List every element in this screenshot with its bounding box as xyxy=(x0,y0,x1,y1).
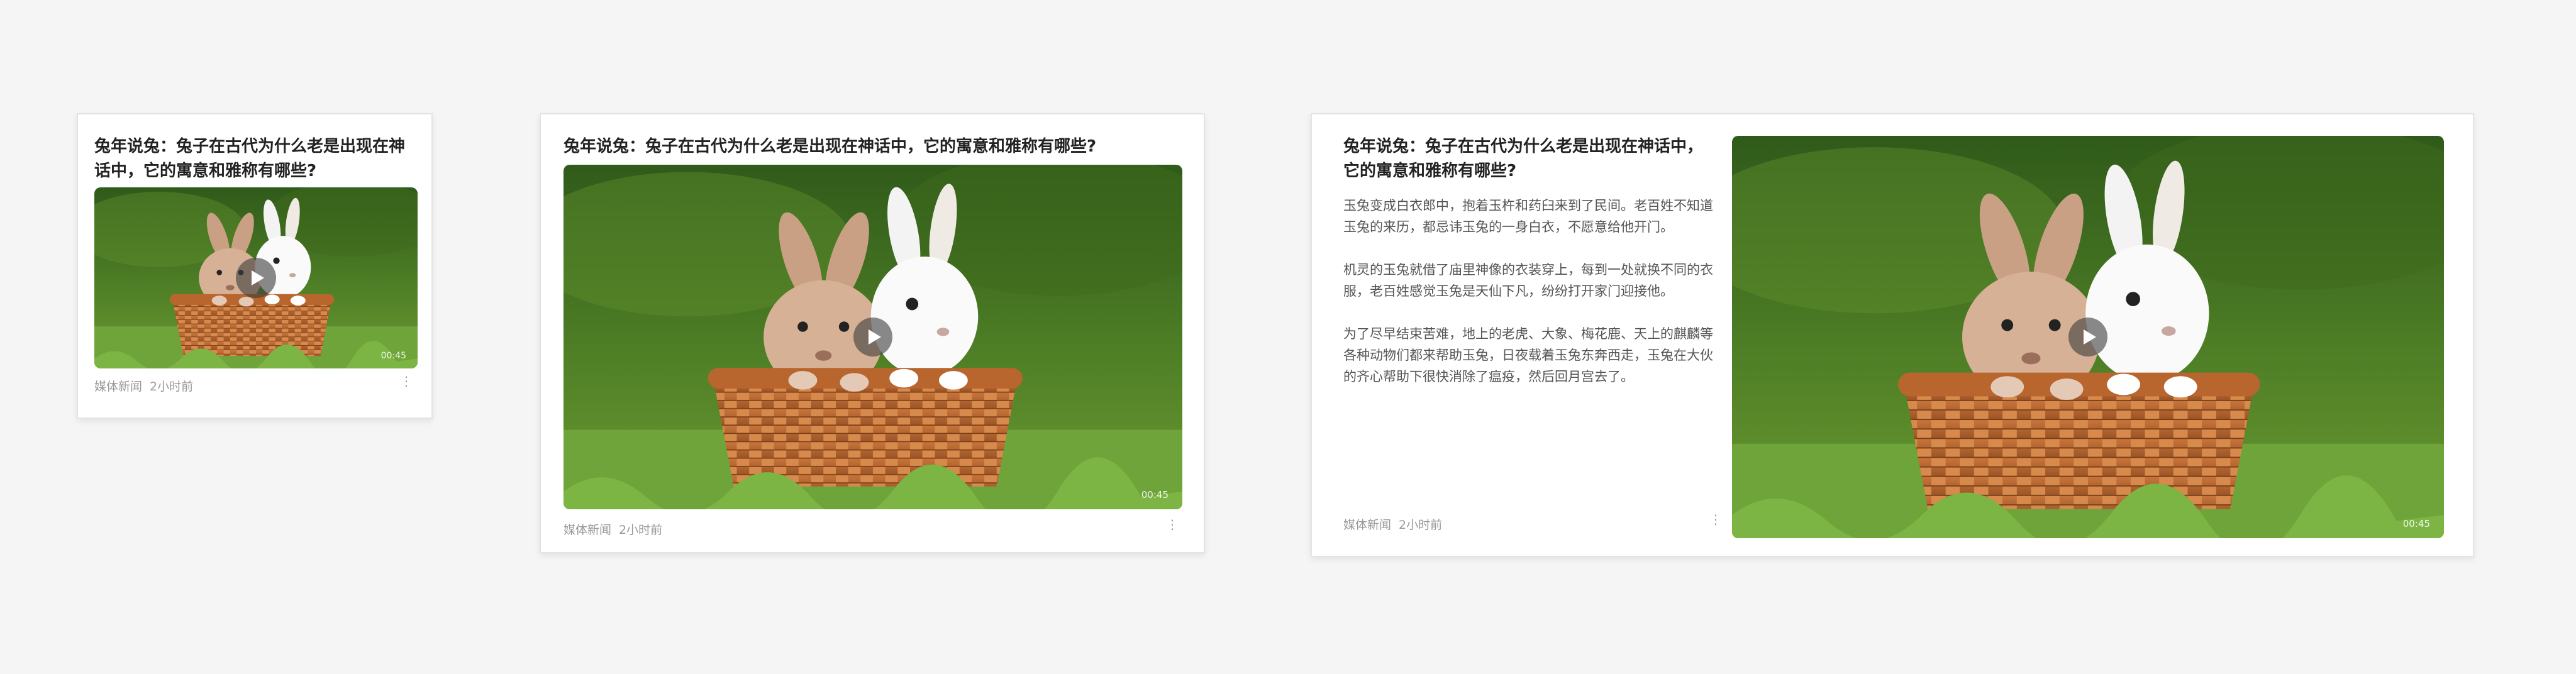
article-time: 2小时前 xyxy=(619,523,663,537)
video-thumbnail[interactable]: 00:45 xyxy=(94,187,418,368)
more-vertical-icon[interactable]: ⋮ xyxy=(1166,518,1179,531)
article-time: 2小时前 xyxy=(1399,518,1443,532)
more-vertical-icon[interactable]: ⋮ xyxy=(400,375,413,387)
article-body: 玉兔变成白衣郎中，抱着玉杵和药臼来到了民间。老百姓不知道玉兔的来历，都忌讳玉兔的… xyxy=(1343,195,1714,409)
play-icon[interactable] xyxy=(236,258,276,298)
play-icon[interactable] xyxy=(853,318,892,356)
article-title[interactable]: 兔年说兔：兔子在古代为什么老是出现在神话中，它的寓意和雅称有哪些? xyxy=(94,135,418,184)
news-card-small[interactable]: 兔年说兔：兔子在古代为什么老是出现在神话中，它的寓意和雅称有哪些? 00:45 … xyxy=(77,113,433,419)
article-meta: 媒体新闻 2小时前 xyxy=(1343,516,1450,533)
article-time: 2小时前 xyxy=(150,380,194,394)
article-paragraph: 玉兔变成白衣郎中，抱着玉杵和药臼来到了民间。老百姓不知道玉兔的来历，都忌讳玉兔的… xyxy=(1343,198,1713,235)
article-source: 媒体新闻 xyxy=(564,523,612,537)
article-source: 媒体新闻 xyxy=(94,380,143,394)
news-card-medium[interactable]: 兔年说兔：兔子在古代为什么老是出现在神话中，它的寓意和雅称有哪些? 00:45 … xyxy=(540,113,1205,553)
article-title[interactable]: 兔年说兔：兔子在古代为什么老是出现在神话中，它的寓意和雅称有哪些? xyxy=(1343,135,1714,184)
play-icon[interactable] xyxy=(2068,318,2107,356)
video-duration: 00:45 xyxy=(380,351,406,361)
video-duration: 00:45 xyxy=(2402,518,2430,529)
article-source: 媒体新闻 xyxy=(1343,518,1392,532)
article-title[interactable]: 兔年说兔：兔子在古代为什么老是出现在神话中，它的寓意和雅称有哪些? xyxy=(564,135,1184,159)
article-meta: 媒体新闻 2小时前 xyxy=(94,377,201,394)
video-duration: 00:45 xyxy=(1141,489,1169,500)
video-thumbnail[interactable]: 00:45 xyxy=(564,165,1182,509)
article-paragraph: 为了尽早结束苦难，地上的老虎、大象、梅花鹿、天上的麒麟等各种动物们都来帮助玉兔，… xyxy=(1343,326,1713,384)
news-card-wide[interactable]: 兔年说兔：兔子在古代为什么老是出现在神话中，它的寓意和雅称有哪些? 玉兔变成白衣… xyxy=(1311,113,2474,557)
article-meta: 媒体新闻 2小时前 xyxy=(564,521,670,538)
article-paragraph: 机灵的玉兔就借了庙里神像的衣装穿上，每到一处就换不同的衣服，老百姓感觉玉兔是天仙… xyxy=(1343,262,1713,299)
more-vertical-icon[interactable]: ⋮ xyxy=(1709,513,1722,526)
video-thumbnail[interactable]: 00:45 xyxy=(1732,136,2444,538)
